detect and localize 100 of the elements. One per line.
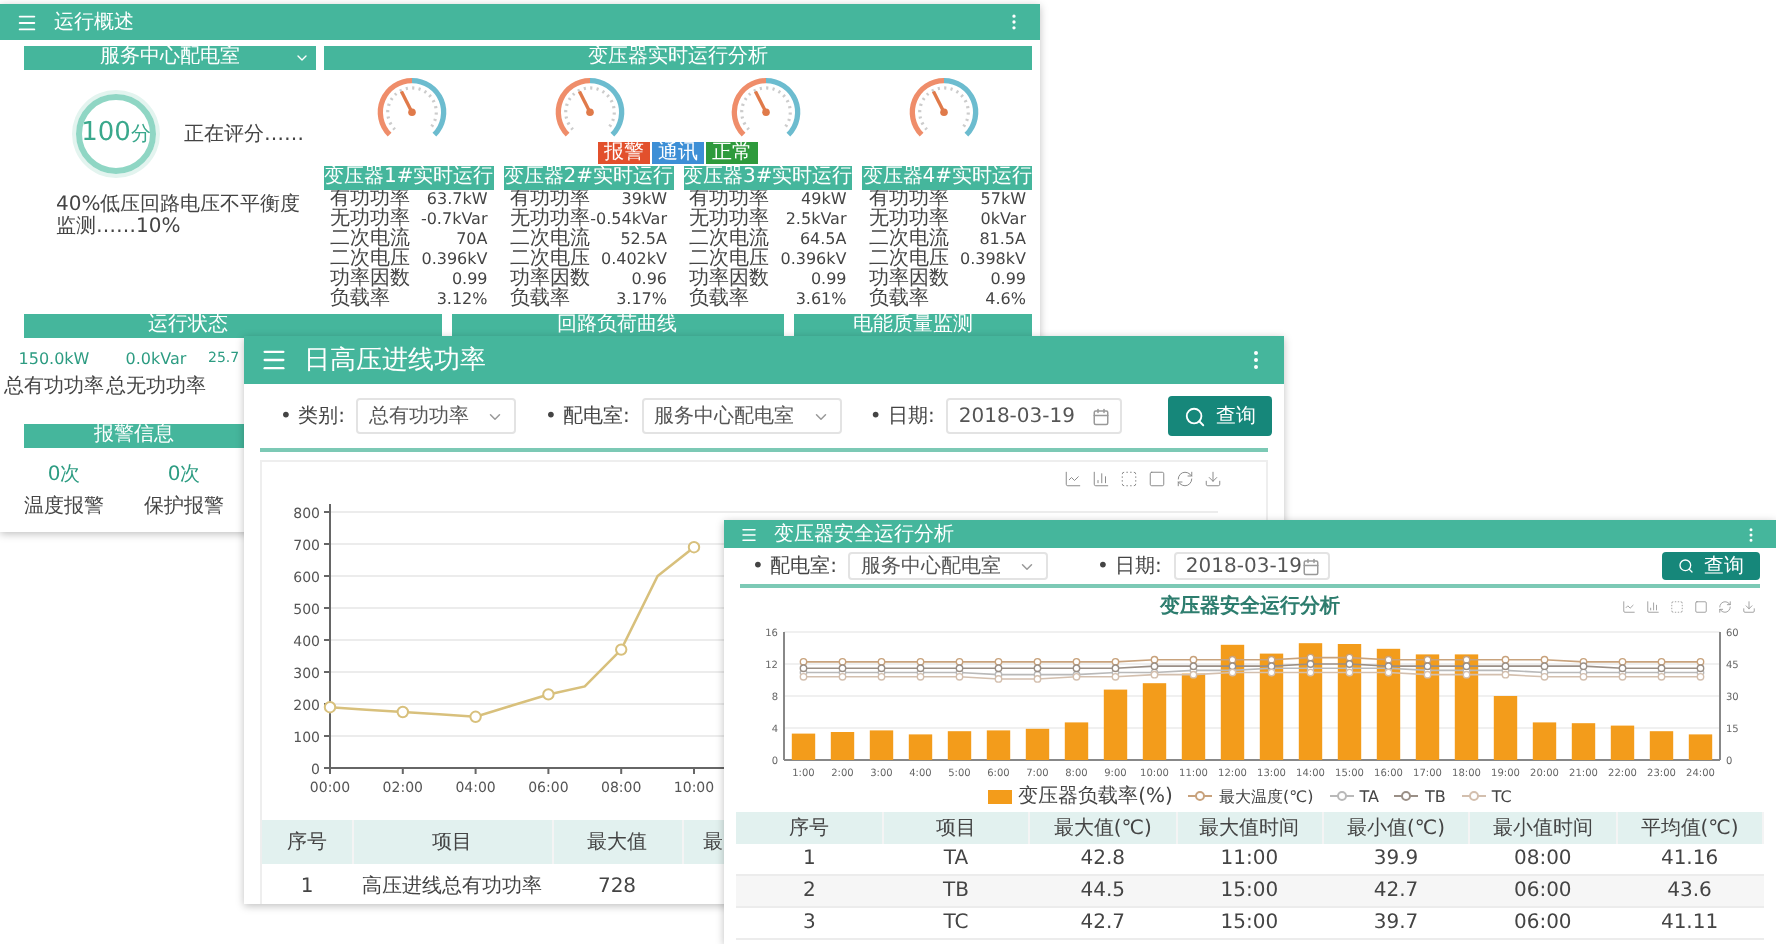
row-label: 二次电压 — [689, 250, 769, 270]
alarm-label: 保护报警 — [144, 493, 224, 520]
window-title: 日高压进线功率 — [304, 344, 488, 378]
row-value: 81.5A — [979, 230, 1026, 250]
row-label: 二次电流 — [509, 230, 590, 250]
row-value: 70A — [456, 230, 488, 250]
table-cell: 11:00 — [1176, 844, 1323, 875]
section-header: 运行状态 — [24, 314, 442, 338]
window-title: 运行概述 — [54, 9, 136, 36]
table-cell: 2 — [736, 875, 883, 907]
filter-label: • 配电室: — [544, 403, 630, 430]
table-cell: TC — [882, 907, 1030, 939]
row-label: 二次电流 — [868, 230, 949, 250]
table-cell: TB — [882, 875, 1030, 907]
row-value: 0.396kV — [421, 250, 488, 270]
row-label: 无功功率 — [509, 210, 590, 230]
column-header: 最小值(℃) — [1322, 812, 1470, 844]
table-header: 变压器1#实时运行 — [324, 166, 494, 190]
table-cell: TA — [882, 844, 1030, 875]
stat-value: 0.0kVar — [125, 350, 187, 368]
alarm-count: 0次 — [47, 462, 81, 488]
table-header: 变压器4#实时运行 — [862, 166, 1032, 190]
table-cell: 06:00 — [1469, 875, 1617, 907]
row-value: -0.7kVar — [420, 210, 488, 230]
row-value: 0.402kV — [600, 250, 667, 270]
column-header: 项目 — [882, 812, 1030, 844]
filter-label: • 日期: — [1096, 553, 1162, 580]
section-header: 报警信息 — [24, 424, 244, 448]
table-cell: 42.7 — [1322, 875, 1470, 907]
table-cell: 44.5 — [1029, 875, 1177, 907]
window-title: 变压器安全运行分析 — [774, 521, 956, 548]
row-value: 0.96 — [631, 270, 667, 290]
table-cell: 39.9 — [1322, 844, 1470, 875]
score-note: 40%低压回路电压不平衡度监测……10% — [56, 194, 303, 238]
row-label: 二次电压 — [330, 250, 410, 270]
row-value: 57kW — [980, 190, 1026, 210]
row-label: 负载率 — [868, 290, 929, 310]
column-header: 最大值时间 — [1176, 812, 1323, 844]
table-header: 变压器3#实时运行 — [683, 166, 853, 190]
section-header: 回路负荷曲线 — [451, 314, 784, 338]
table-cell: 41.11 — [1616, 907, 1763, 939]
column-header: 最大值(℃) — [1029, 812, 1177, 844]
row-label: 二次电流 — [689, 230, 769, 250]
score-ring: 100分 — [76, 94, 156, 174]
table-cell: 43.6 — [1616, 875, 1763, 907]
row-value: 49kW — [801, 190, 847, 210]
row-value: 63.7kW — [426, 190, 488, 210]
column-header: 项目 — [352, 820, 552, 864]
row-label: 无功功率 — [689, 210, 769, 230]
table-cell: 1 — [262, 864, 352, 904]
row-label: 二次电压 — [509, 250, 590, 270]
row-value: 3.12% — [436, 290, 488, 310]
row-label: 功率因数 — [868, 270, 949, 290]
legend-label: 变压器负载率(%) — [1018, 783, 1173, 810]
row-value: 0.398kV — [959, 250, 1026, 270]
chart-title: 变压器安全运行分析 — [1160, 592, 1340, 620]
table-cell: 42.7 — [1029, 907, 1177, 939]
row-value: 39kW — [621, 190, 667, 210]
score-status: 正在评分…… — [184, 122, 304, 148]
row-value: 52.5A — [620, 230, 667, 250]
column-header: 平均值(℃) — [1616, 812, 1763, 844]
row-value: 0.99 — [990, 270, 1026, 290]
alarm-label: 温度报警 — [24, 493, 104, 520]
row-value: -0.54kVar — [590, 210, 667, 230]
row-label: 无功功率 — [330, 210, 410, 230]
table-cell: 15:00 — [1176, 907, 1323, 939]
legend-label: 最大温度(℃) — [1218, 785, 1314, 807]
table-cell: 08:00 — [1469, 844, 1617, 875]
row-label: 二次电压 — [868, 250, 949, 270]
column-header: 序号 — [736, 812, 883, 844]
row-value: 4.6% — [985, 290, 1026, 310]
filter-label: • 配电室: — [752, 553, 837, 580]
legend-label: TC — [1491, 787, 1512, 805]
table-cell: 41.16 — [1616, 844, 1763, 875]
column-header: 最大值 — [552, 820, 682, 864]
table-cell: 15:00 — [1176, 875, 1323, 907]
row-value: 0.396kV — [780, 250, 847, 270]
row-value: 64.5A — [799, 230, 847, 250]
column-header: 序号 — [262, 820, 352, 864]
table-cell: 1 — [736, 844, 883, 875]
row-label: 负载率 — [330, 290, 390, 310]
table-cell: 3 — [736, 907, 883, 939]
section-header: 电能质量监测 — [793, 314, 1032, 338]
row-value: 3.61% — [795, 290, 847, 310]
table-header: 变压器2#实时运行 — [503, 166, 673, 190]
row-value: 0.99 — [451, 270, 488, 290]
legend-label: TB — [1424, 787, 1446, 805]
table-cell: 728 — [552, 864, 682, 904]
row-label: 无功功率 — [868, 210, 949, 230]
table-cell: 42.8 — [1029, 844, 1177, 875]
filter-label: • 类别: — [280, 403, 345, 430]
alarm-count: 0次 — [167, 462, 201, 488]
row-value: 0.99 — [810, 270, 847, 290]
row-label: 功率因数 — [330, 270, 410, 290]
row-label: 负载率 — [509, 290, 570, 310]
table-cell: 39.7 — [1322, 907, 1470, 939]
row-label: 二次电流 — [330, 230, 410, 250]
filter-label: • 日期: — [869, 403, 935, 430]
row-label: 功率因数 — [509, 270, 590, 290]
legend-label: TA — [1359, 787, 1379, 805]
